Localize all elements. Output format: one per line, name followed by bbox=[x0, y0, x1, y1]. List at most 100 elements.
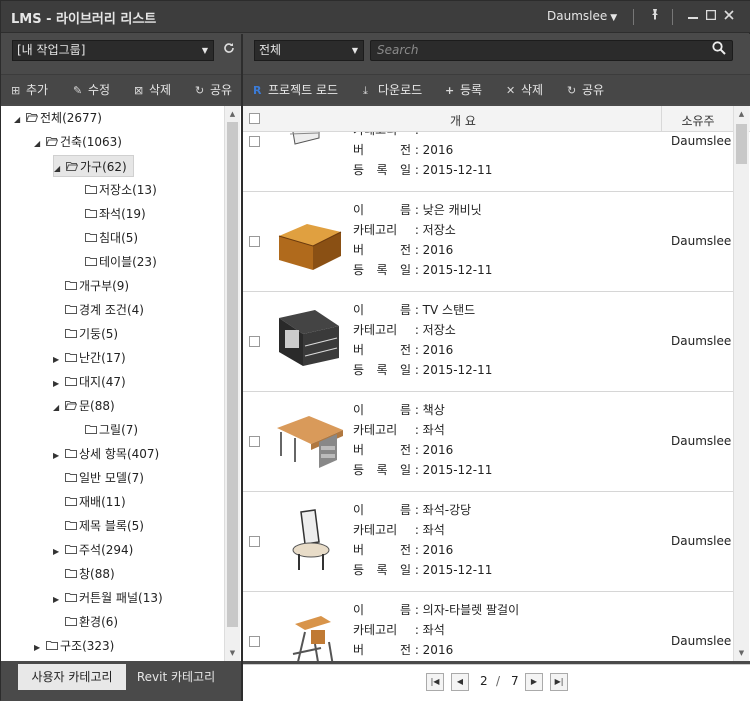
tree-node[interactable]: ◢ 가구(62) bbox=[53, 155, 134, 177]
table-row[interactable]: 이 름 : 낮은 캐비닛 카테고리 : 저장소 버 전 : 2016 등 록 일 : … bbox=[243, 192, 733, 292]
project-load-button[interactable]: R 프로젝트 로드 bbox=[253, 81, 338, 98]
row-checkbox[interactable] bbox=[249, 436, 260, 447]
collapse-icon[interactable]: ◢ bbox=[53, 397, 65, 419]
refresh-icon[interactable] bbox=[221, 41, 237, 59]
collapse-icon[interactable]: ◢ bbox=[54, 158, 66, 180]
row-date: 2015-12-11 bbox=[422, 463, 493, 477]
tree-node[interactable]: ◢ 전체(2677) bbox=[14, 107, 102, 129]
tree-node[interactable]: ▶ 구조(323) bbox=[34, 635, 114, 657]
minimize-icon[interactable] bbox=[684, 6, 702, 26]
scroll-thumb[interactable] bbox=[736, 124, 747, 164]
row-checkbox[interactable] bbox=[249, 536, 260, 547]
tree-node[interactable]: 좌석(19) bbox=[73, 203, 146, 225]
tree-node[interactable]: 그릴(7) bbox=[73, 419, 138, 441]
first-page-icon[interactable]: |◀ bbox=[426, 673, 444, 691]
field-label: 이 름 bbox=[353, 303, 411, 317]
user-menu[interactable]: Daumslee ▼ bbox=[547, 9, 617, 23]
tree-node[interactable]: 침대(5) bbox=[73, 227, 138, 249]
expand-icon[interactable]: ▶ bbox=[53, 349, 65, 371]
workgroup-select[interactable]: [내 작업그룹] ▼ bbox=[12, 40, 214, 61]
row-checkbox[interactable] bbox=[249, 236, 260, 247]
scroll-down-icon[interactable]: ▼ bbox=[225, 645, 240, 661]
grid-scrollbar[interactable]: ▲ ▼ bbox=[733, 106, 749, 661]
tree-node[interactable]: ▶ 대지(47) bbox=[53, 371, 126, 393]
register-button[interactable]: + 등록 bbox=[445, 81, 482, 98]
thumbnail-image bbox=[275, 508, 345, 574]
row-info: 이 름 : TV 스탠드 카테고리 : 저장소 버 전 : 2016 등 록 일 : … bbox=[353, 300, 492, 380]
add-category-button[interactable]: ⊞ 추가 bbox=[11, 81, 48, 98]
field-label: 이 름 bbox=[353, 603, 411, 617]
expand-icon[interactable]: ▶ bbox=[53, 541, 65, 563]
table-row[interactable]: 이 름 : TV 스탠드 카테고리 : 저장소 버 전 : 2016 등 록 일 : … bbox=[243, 292, 733, 392]
table-row[interactable]: 이 름 : 의자-타블렛 팔걸이카테고리 : 좌석버 전 : 2016등 록 일… bbox=[243, 592, 733, 661]
share-button[interactable]: ↻ 공유 bbox=[567, 81, 604, 98]
collapse-icon[interactable]: ◢ bbox=[34, 133, 46, 155]
collapse-icon[interactable]: ◢ bbox=[14, 109, 26, 131]
tree-node[interactable]: 기둥(5) bbox=[53, 323, 118, 345]
tree-node[interactable]: 환경(6) bbox=[53, 611, 118, 633]
download-button[interactable]: ⤓ 다운로드 bbox=[363, 81, 422, 98]
tree-node[interactable]: 경계 조건(4) bbox=[53, 299, 144, 321]
category-toolbar: ⊞ 추가 ✎ 수정 ⊠ 삭제 ↻ 공유 bbox=[1, 74, 242, 104]
tree-node[interactable]: 제목 블록(5) bbox=[53, 515, 144, 537]
next-page-icon[interactable]: ▶ bbox=[525, 673, 543, 691]
tree-node[interactable]: 개구부(9) bbox=[53, 275, 129, 297]
tree-node[interactable]: ▶ 난간(17) bbox=[53, 347, 126, 369]
row-info: 이 름 : 책상 카테고리 : 좌석 버 전 : 2016 등 록 일 : 2015-… bbox=[353, 400, 492, 480]
row-checkbox[interactable] bbox=[249, 136, 260, 147]
folder-icon bbox=[65, 540, 79, 562]
column-summary[interactable]: 개 요 bbox=[433, 112, 493, 129]
pin-icon[interactable] bbox=[646, 6, 664, 26]
expand-icon[interactable]: ▶ bbox=[34, 637, 46, 659]
delete-category-button[interactable]: ⊠ 삭제 bbox=[134, 81, 171, 98]
row-name-line: 이 름 : 낮은 캐비닛 bbox=[353, 200, 492, 220]
table-row[interactable]: 이 름 : 좌석-강당 카테고리 : 좌석 버 전 : 2016 등 록 일 : 20… bbox=[243, 492, 733, 592]
table-row[interactable]: 이 름 : 카테고리 : 버 전 : 2016등 록 일 : 2015-12-1… bbox=[243, 132, 733, 192]
expand-icon[interactable]: ▶ bbox=[53, 589, 65, 611]
tree-node[interactable]: 테이블(23) bbox=[73, 251, 157, 273]
tab-user-category[interactable]: 사용자 카테고리 bbox=[18, 664, 126, 690]
filter-select[interactable]: 전체 ▼ bbox=[254, 40, 364, 61]
scroll-up-icon[interactable]: ▲ bbox=[225, 106, 240, 122]
row-checkbox[interactable] bbox=[249, 336, 260, 347]
tree-node[interactable]: 재배(11) bbox=[53, 491, 126, 513]
tab-revit-category[interactable]: Revit 카테고리 bbox=[127, 664, 225, 690]
column-owner[interactable]: 소유주 bbox=[663, 112, 733, 129]
row-owner: Daumslee bbox=[671, 134, 732, 148]
edit-category-button[interactable]: ✎ 수정 bbox=[73, 81, 110, 98]
scroll-down-icon[interactable]: ▼ bbox=[734, 645, 749, 661]
tree-node[interactable]: 저장소(13) bbox=[73, 179, 157, 201]
tree-node[interactable]: ▶ 커튼월 패널(13) bbox=[53, 587, 163, 609]
share-category-button[interactable]: ↻ 공유 bbox=[195, 81, 232, 98]
delete-button[interactable]: ✕ 삭제 bbox=[506, 81, 543, 98]
tree-node[interactable]: ▶ 주석(294) bbox=[53, 539, 133, 561]
folder-open-icon bbox=[65, 157, 80, 179]
row-owner: Daumslee bbox=[671, 534, 732, 548]
tree-node[interactable]: 창(88) bbox=[53, 563, 115, 585]
table-row[interactable]: 이 름 : 책상 카테고리 : 좌석 버 전 : 2016 등 록 일 : 2015-… bbox=[243, 392, 733, 492]
tree-node-label: 대지(47) bbox=[79, 375, 126, 389]
search-input[interactable]: Search bbox=[370, 40, 733, 61]
scroll-up-icon[interactable]: ▲ bbox=[734, 106, 749, 122]
tree-node[interactable]: 일반 모델(7) bbox=[53, 467, 144, 489]
tree-scrollbar[interactable]: ▲ ▼ bbox=[224, 106, 240, 661]
plus-icon: + bbox=[445, 84, 455, 97]
current-page[interactable]: 2 bbox=[480, 674, 488, 688]
prev-page-icon[interactable]: ◀ bbox=[451, 673, 469, 691]
row-checkbox[interactable] bbox=[249, 636, 260, 647]
field-label: 버 전 bbox=[353, 243, 411, 257]
expand-icon[interactable]: ▶ bbox=[53, 445, 65, 467]
expand-icon[interactable]: ▶ bbox=[53, 373, 65, 395]
maximize-icon[interactable] bbox=[702, 6, 720, 26]
row-version-line: 버 전 : 2016 bbox=[353, 640, 519, 660]
close-icon[interactable] bbox=[720, 6, 738, 26]
folder-icon bbox=[85, 180, 99, 202]
tree-node[interactable]: ◢ 건축(1063) bbox=[34, 131, 122, 153]
scroll-thumb[interactable] bbox=[227, 122, 238, 627]
column-divider[interactable] bbox=[661, 106, 662, 132]
last-page-icon[interactable]: ▶| bbox=[550, 673, 568, 691]
tree-node[interactable]: ◢ 문(88) bbox=[53, 395, 115, 417]
select-all-checkbox[interactable] bbox=[249, 113, 260, 124]
tree-node[interactable]: ▶ 상세 항목(407) bbox=[53, 443, 159, 465]
search-icon[interactable] bbox=[712, 41, 726, 61]
